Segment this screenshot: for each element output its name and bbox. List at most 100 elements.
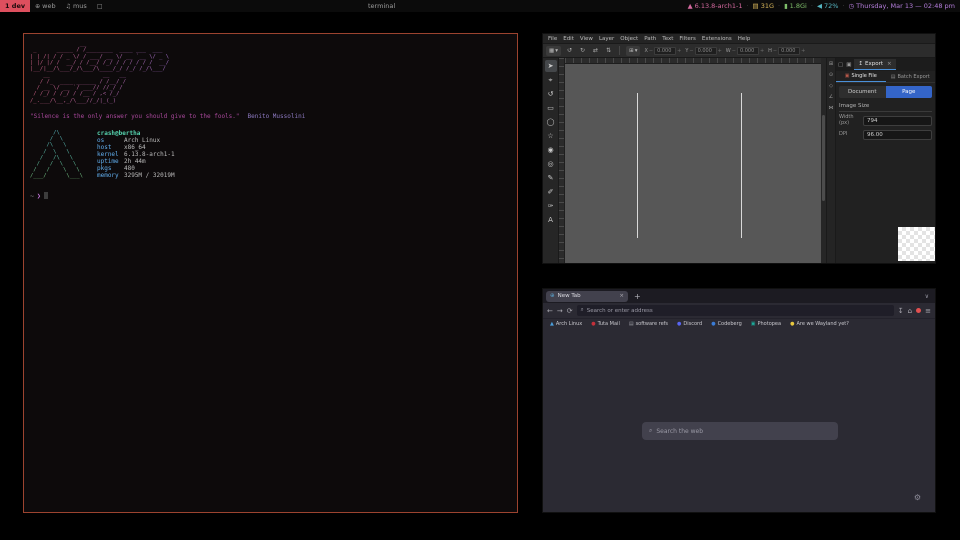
bookmark-folder-software-refs[interactable]: ▤ software refs [629,321,668,327]
reload-button[interactable]: ⟳ [567,307,573,315]
new-tab-page: ⌕ Search the web ⚙ [543,329,935,512]
export-dialog-tab[interactable]: ↥ Export × [854,59,895,70]
bookmark-tuta-mail[interactable]: ● Tuta Mail [591,321,620,327]
menu-help[interactable]: Help [738,36,751,42]
page-button[interactable]: Page [886,86,933,98]
new-tab-button[interactable]: + [634,292,641,301]
plus-icon[interactable]: + [718,48,722,54]
home-icon[interactable]: ⌂ [908,307,912,315]
plus-icon[interactable]: + [801,48,805,54]
minus-icon[interactable]: − [773,48,777,54]
snap-bbox-icon[interactable]: ⊞ [829,61,833,67]
inkscape-canvas[interactable] [565,64,821,263]
text-tool-icon: A [548,216,553,224]
rotate-ccw-button[interactable]: ↺ [565,47,574,54]
workspace-scratchpad[interactable]: □ [92,0,108,12]
batch-export-tab[interactable]: ▤ Batch Export [886,71,936,82]
node-editor-tool[interactable]: ⌖ [545,74,557,86]
star-tool[interactable]: ☆ [545,130,557,142]
star-icon: ☆ [547,132,553,140]
minus-icon[interactable]: − [732,48,736,54]
bookmark-are-we-wayland-yet[interactable]: ● Are we Wayland yet? [790,321,849,327]
x-spinbox[interactable]: X − 0.000 + [644,47,681,55]
tab-close-icon[interactable]: × [619,293,624,299]
snap-intersect-icon[interactable]: ⋈ [829,105,834,111]
fetch-row-uptime: uptime2h 44m [97,158,175,165]
terminal-window[interactable]: __ _ _____ / /________ ____ ___ ___ | | … [23,33,518,513]
menu-path[interactable]: Path [644,36,656,42]
snap-other-icon[interactable]: ◇ [829,83,833,89]
scrollbar-thumb[interactable] [822,115,825,201]
flip-vertical-button[interactable]: ⇅ [604,47,613,54]
document-properties-icon[interactable]: ▢ [838,62,843,68]
volume-module[interactable]: ◀ 72% [817,2,838,10]
bookmark-discord[interactable]: ● Discord [677,321,702,327]
menu-object[interactable]: Object [620,36,638,42]
forward-button[interactable]: → [557,307,563,315]
menu-layer[interactable]: Layer [599,36,614,42]
fetch-row-host: hostx86_64 [97,144,175,151]
tab-list-chevron-icon[interactable]: ∨ [925,293,929,300]
quote-line: "Silence is the only answer you should g… [30,113,517,120]
align-dropdown[interactable]: ⊞ ▾ [626,46,640,56]
document-button[interactable]: Document [839,86,886,98]
kernel-version: 6.13.8-arch1-1 [695,2,743,10]
workspace-dev[interactable]: 1 dev [0,0,30,12]
h-value[interactable]: 0.000 [778,47,800,55]
x-value[interactable]: 0.000 [654,47,676,55]
menu-file[interactable]: File [548,36,557,42]
selector-tool[interactable]: ➤ [545,60,557,72]
minus-icon[interactable]: − [689,48,693,54]
active-tab[interactable]: ⊕ New Tab × [546,291,628,302]
bookmark-arch-linux[interactable]: ▲ Arch Linux [550,321,582,327]
ellipse-tool[interactable]: ◯ [545,116,557,128]
snap-nodes-icon[interactable]: ⊙ [829,72,833,78]
inkscape-tool-controls: ▦ ▾ ↺ ↻ ⇄ ⇅ ⊞ ▾ X − 0.000 + Y − 0.000 + … [543,44,935,58]
spiral-tool[interactable]: ◎ [545,158,557,170]
menu-text[interactable]: Text [662,36,673,42]
arch-icon: ▲ [550,321,554,327]
canvas-scrollbar[interactable] [821,58,826,263]
width-input[interactable]: 794 [863,116,932,126]
y-value[interactable]: 0.000 [695,47,717,55]
workspace-mus[interactable]: ♫ mus [61,0,92,12]
h-spinbox[interactable]: H − 0.000 + [768,47,805,55]
pen-tool[interactable]: ✐ [545,186,557,198]
rotate-cw-button[interactable]: ↻ [578,47,587,54]
flip-horizontal-button[interactable]: ⇄ [591,47,600,54]
close-icon[interactable]: × [887,61,892,67]
volume-level: 72% [824,2,838,10]
menu-view[interactable]: View [580,36,593,42]
menu-extensions[interactable]: Extensions [702,36,732,42]
gear-icon[interactable]: ⚙ [914,493,921,502]
web-search-box[interactable]: ⌕ Search the web [642,422,838,440]
pencil-tool[interactable]: ✎ [545,172,557,184]
rectangle-tool[interactable]: ▭ [545,102,557,114]
plus-icon[interactable]: + [677,48,681,54]
w-value[interactable]: 0.000 [737,47,759,55]
workspace-web[interactable]: ⊕ web [30,0,60,12]
bookmark-photopea[interactable]: ▣ Photopea [751,321,781,327]
back-button[interactable]: ← [547,307,553,315]
menu-icon[interactable]: ≡ [925,307,931,315]
bookmark-codeberg[interactable]: ● Codeberg [711,321,742,327]
url-bar[interactable]: ⌕ Search or enter address [577,305,894,316]
single-file-tab[interactable]: ▣ Single File [836,71,886,82]
objects-dialog-icon[interactable]: ▣ [846,62,851,68]
shell-prompt[interactable]: ~❯ [30,192,517,200]
tweak-tool[interactable]: ↺ [545,88,557,100]
minus-icon[interactable]: − [649,48,653,54]
box-3d-tool[interactable]: ◉ [545,144,557,156]
menu-filters[interactable]: Filters [679,36,696,42]
plus-icon[interactable]: + [760,48,764,54]
y-spinbox[interactable]: Y − 0.000 + [685,47,721,55]
downloads-icon[interactable]: ↧ [898,307,904,315]
w-spinbox[interactable]: W − 0.000 + [726,47,764,55]
dpi-input[interactable]: 96.00 [863,130,932,140]
menu-edit[interactable]: Edit [563,36,574,42]
selection-mode-dropdown[interactable]: ▦ ▾ [546,46,561,56]
extension-badge-icon[interactable] [916,308,921,313]
text-tool[interactable]: A [545,214,557,226]
snap-angle-icon[interactable]: ∠ [829,94,833,100]
calligraphy-tool[interactable]: ✑ [545,200,557,212]
